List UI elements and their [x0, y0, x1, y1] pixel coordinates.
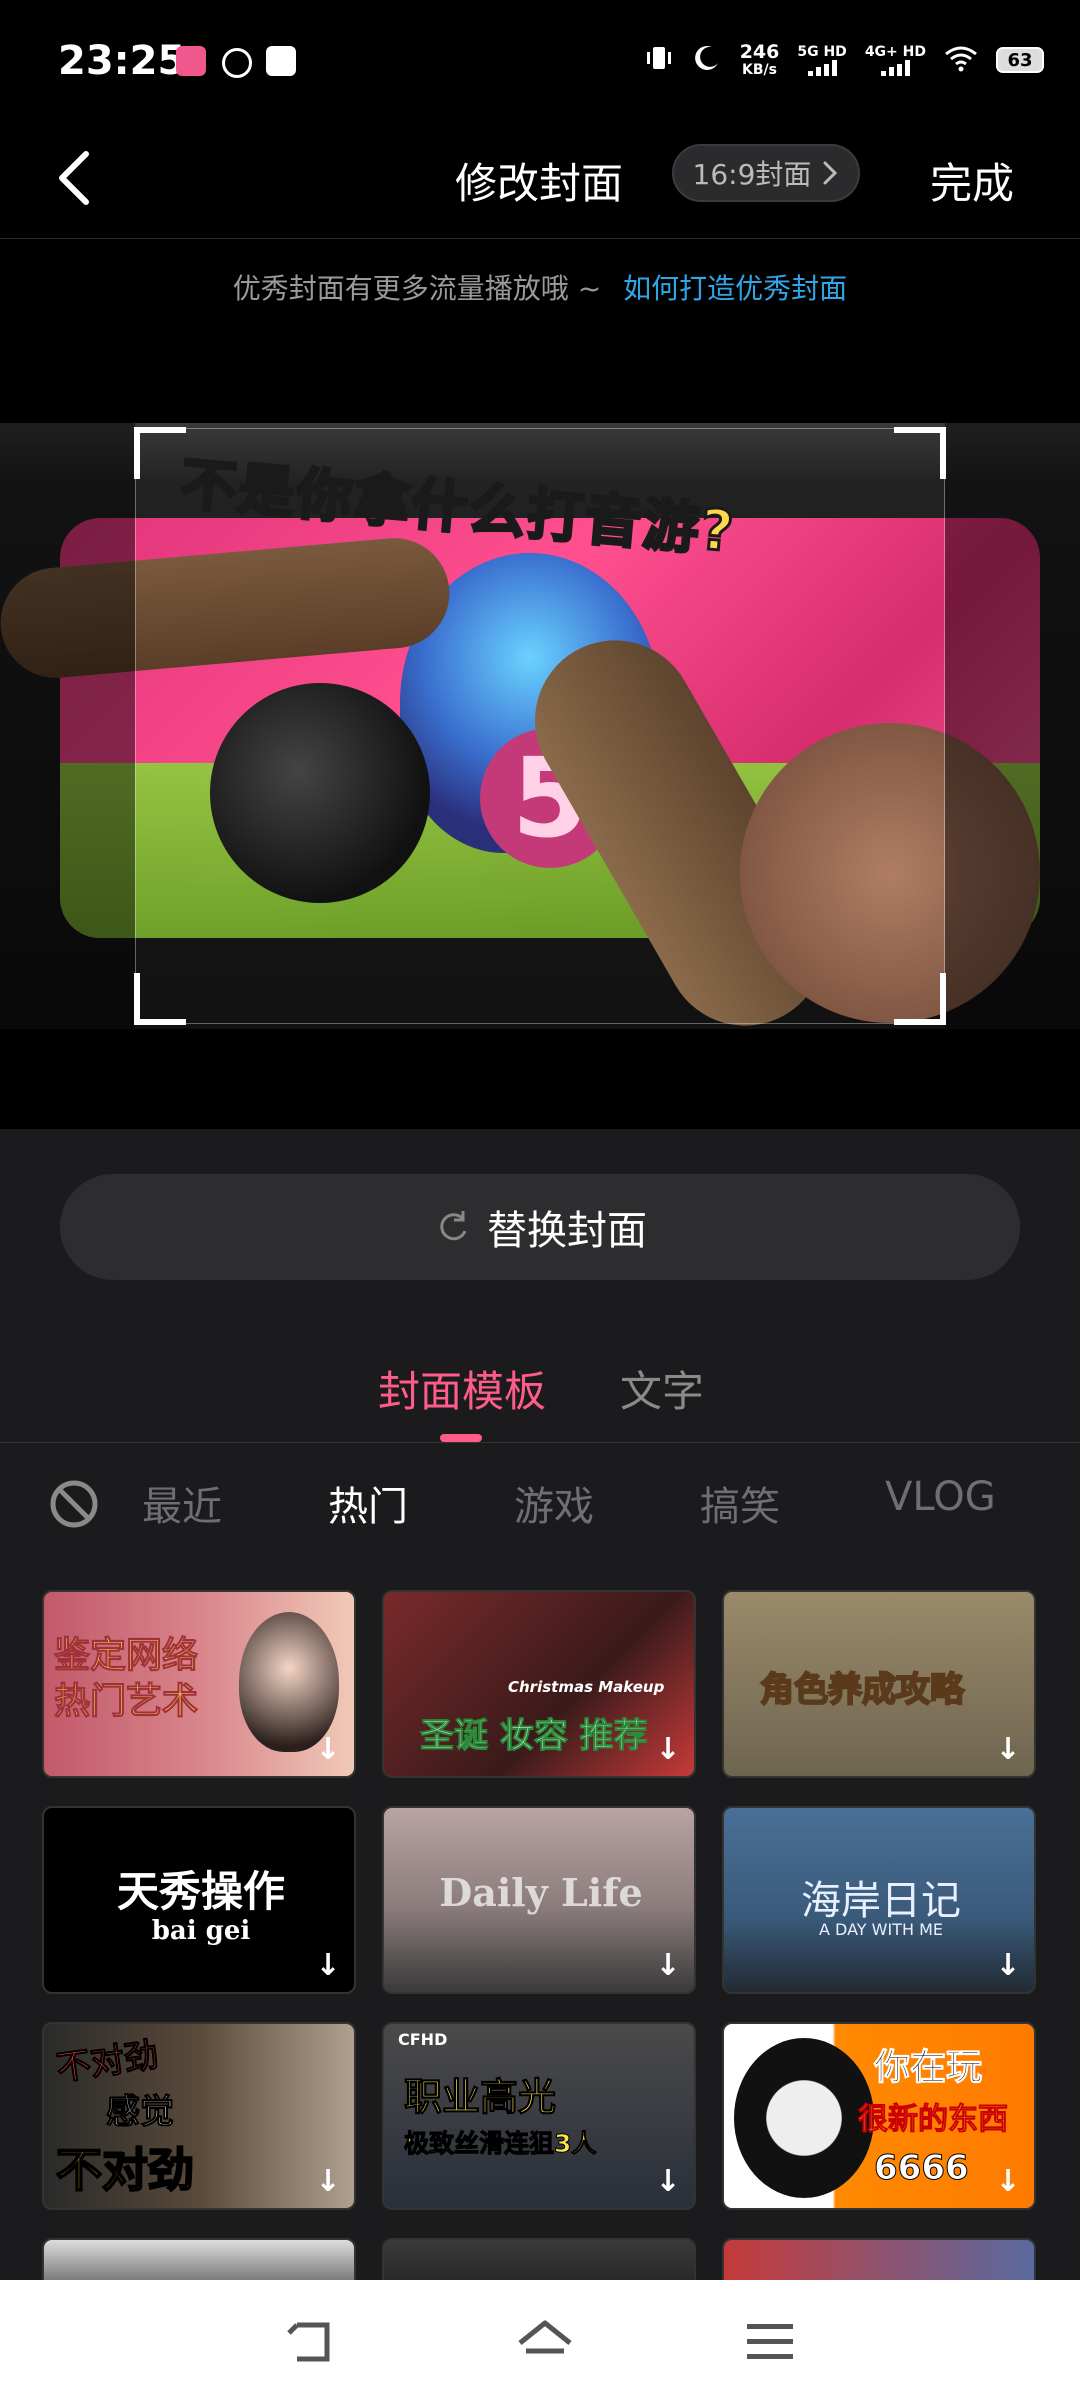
- vibrate-icon: [644, 43, 674, 78]
- template-tile[interactable]: CFHD 职业高光 极致丝滑连狙3人 ↓: [382, 2022, 696, 2210]
- template-tile[interactable]: 不对劲 感觉 不对劲 ↓: [42, 2022, 356, 2210]
- chevron-left-icon: [59, 151, 89, 205]
- download-icon: ↓: [655, 1732, 681, 1767]
- download-icon: ↓: [655, 1948, 681, 1983]
- cover-image[interactable]: 5 不是你拿什么打音游?: [0, 423, 1080, 1029]
- tab-cover-templates[interactable]: 封面模板: [378, 1358, 546, 1419]
- download-icon: ↓: [995, 1948, 1021, 1983]
- template-tile[interactable]: 天秀操作 bai gei ↓: [42, 1806, 356, 1994]
- menu-nav-icon[interactable]: [745, 2320, 795, 2368]
- app-notification-icon-2: [266, 46, 296, 76]
- no-template-icon[interactable]: [48, 1478, 100, 1530]
- battery-indicator: 63: [996, 47, 1044, 73]
- cover-preview-area: 优秀封面有更多流量播放哦 ~ 如何打造优秀封面 5 不是你拿什么打音游?: [0, 239, 1080, 1129]
- template-tile[interactable]: Christmas Makeup 圣诞 妆容 推荐 ↓: [382, 1590, 696, 1778]
- chevron-right-icon: [823, 161, 838, 185]
- clock: 23:25: [58, 38, 186, 84]
- template-categories: 最近 热门 游戏 搞笑 VLOG: [0, 1468, 1080, 1538]
- category-funny[interactable]: 搞笑: [700, 1474, 780, 1532]
- app-notification-icon: [176, 46, 206, 76]
- download-icon: ↓: [315, 1948, 341, 1983]
- crop-handle-bottom-right[interactable]: [894, 973, 946, 1025]
- download-icon: ↓: [995, 2164, 1021, 2199]
- panda-meme-image: [734, 2038, 874, 2198]
- aspect-ratio-button[interactable]: 16:9封面: [672, 144, 860, 202]
- category-vlog[interactable]: VLOG: [885, 1474, 996, 1520]
- sync-app-icon: [222, 48, 252, 78]
- tab-bar: 封面模板 文字: [0, 1350, 1080, 1443]
- back-button[interactable]: [48, 146, 108, 210]
- home-nav-icon[interactable]: [514, 2317, 576, 2371]
- crop-mask-right: [945, 423, 1080, 1029]
- crop-frame[interactable]: [134, 427, 946, 1025]
- page-title: 修改封面: [455, 159, 624, 208]
- crop-handle-top-left[interactable]: [134, 427, 186, 479]
- active-tab-indicator: [440, 1434, 482, 1442]
- category-game[interactable]: 游戏: [514, 1474, 594, 1532]
- signal-sim2: 4G+ HD: [865, 44, 926, 76]
- download-icon: ↓: [995, 1732, 1021, 1767]
- category-recent[interactable]: 最近: [142, 1474, 222, 1532]
- dnd-moon-icon: [692, 43, 722, 78]
- template-tile[interactable]: 角色养成攻略 ↓: [722, 1590, 1036, 1778]
- done-button[interactable]: 完成: [930, 150, 1014, 211]
- signal-sim1: 5G HD: [797, 44, 847, 76]
- download-icon: ↓: [315, 2164, 341, 2199]
- back-nav-icon[interactable]: [285, 2317, 345, 2371]
- refresh-icon: [440, 1211, 467, 1241]
- cover-tip: 优秀封面有更多流量播放哦 ~ 如何打造优秀封面: [232, 272, 848, 305]
- system-navigation-bar: [0, 2280, 1080, 2408]
- status-icons: 246 KB/s 5G HD 4G+ HD 63: [644, 40, 1044, 80]
- status-bar: 23:25 246 KB/s 5G HD 4G+ HD 63: [0, 0, 1080, 120]
- crop-handle-bottom-left[interactable]: [134, 973, 186, 1025]
- template-tile[interactable]: 你在玩 很新的东西 6666 ↓: [722, 2022, 1036, 2210]
- download-icon: ↓: [655, 2164, 681, 2199]
- replace-cover-button[interactable]: 替换封面: [60, 1174, 1020, 1280]
- download-icon: ↓: [315, 1732, 341, 1767]
- tab-text[interactable]: 文字: [620, 1358, 704, 1419]
- template-tile[interactable]: 海岸日记 A DAY WITH ME ↓: [722, 1806, 1036, 1994]
- category-hot[interactable]: 热门: [328, 1474, 408, 1532]
- crop-handle-top-right[interactable]: [894, 427, 946, 479]
- top-bar: 修改封面 16:9封面 完成: [0, 120, 1080, 239]
- network-speed: 246 KB/s: [739, 41, 780, 78]
- how-to-link[interactable]: 如何打造优秀封面: [623, 272, 847, 305]
- template-tile[interactable]: 鉴定网络 热门艺术 ↓: [42, 1590, 356, 1778]
- crop-mask-left: [0, 423, 135, 1029]
- wifi-icon: [944, 44, 978, 77]
- template-tile[interactable]: Daily Life ↓: [382, 1806, 696, 1994]
